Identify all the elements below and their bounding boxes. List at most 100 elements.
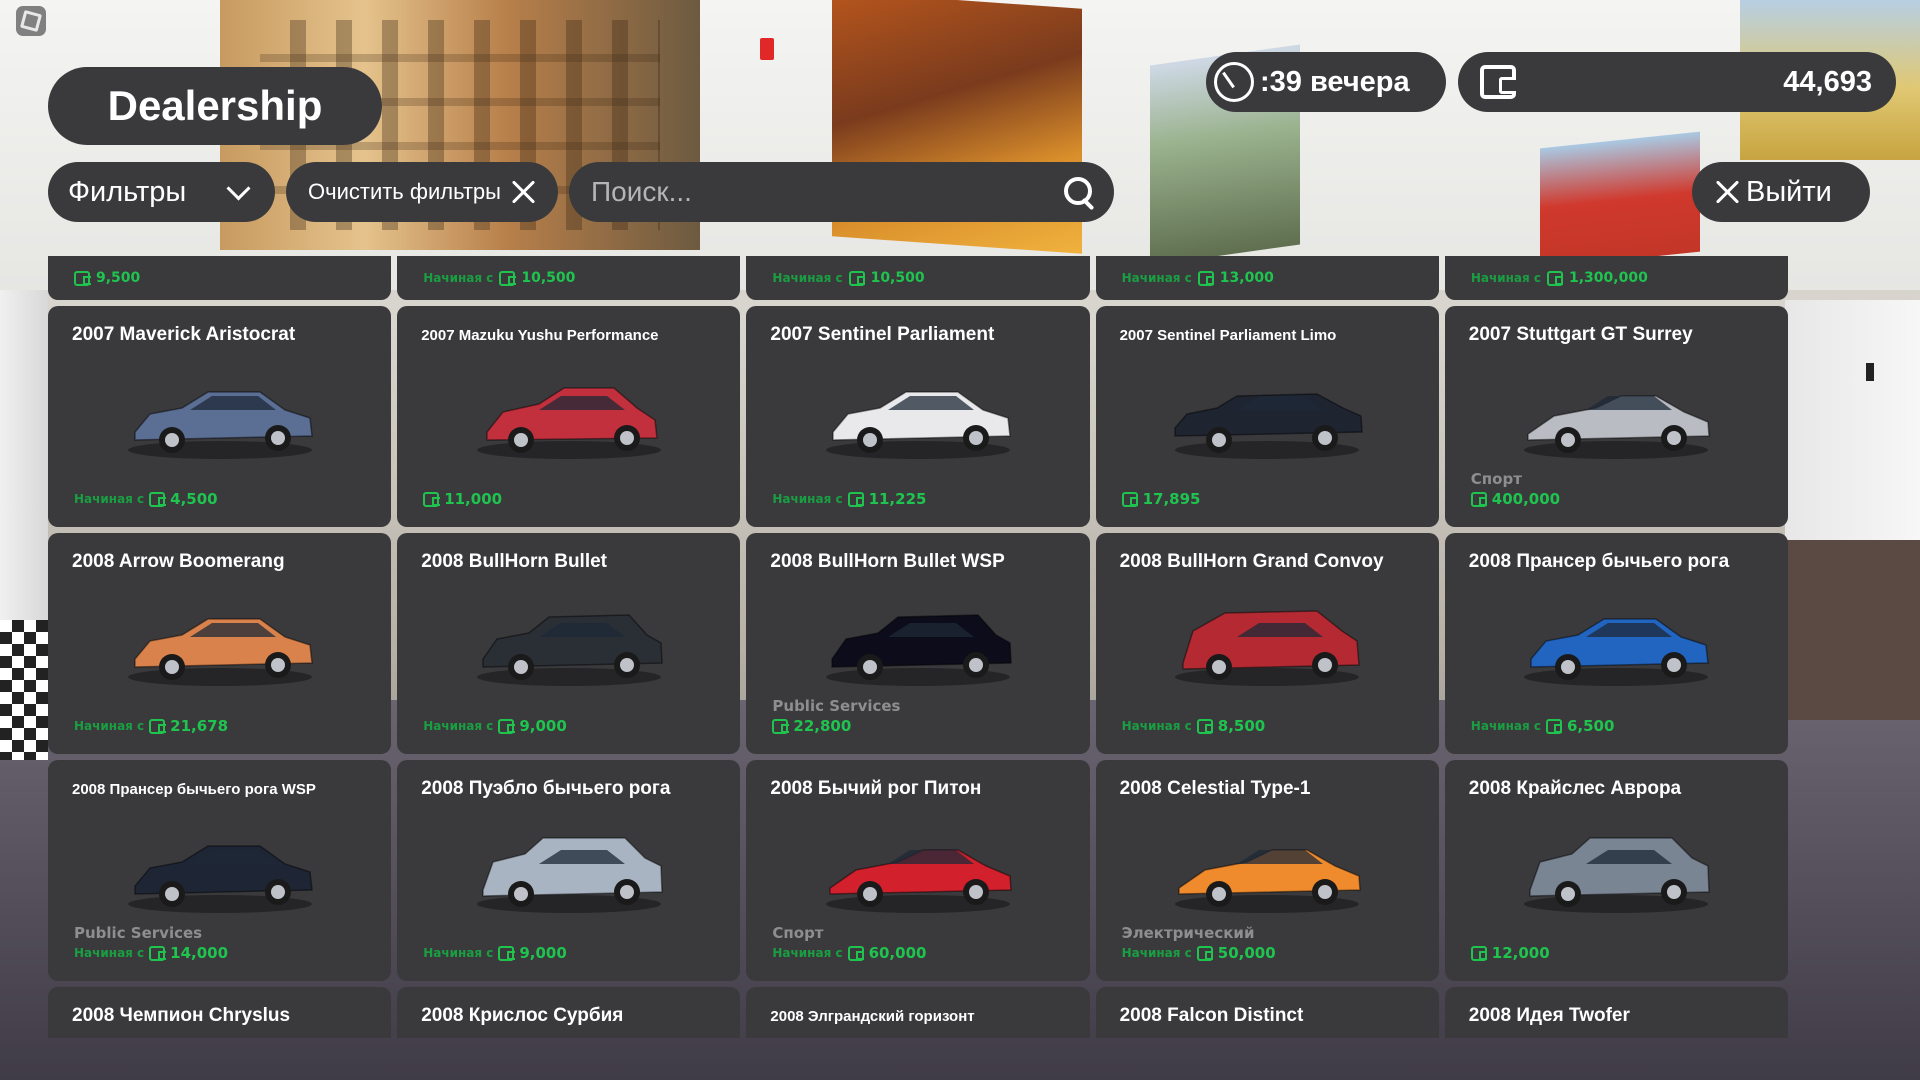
vehicle-name: 2008 Чемпион Chryslus <box>72 1005 291 1026</box>
currency-icon <box>847 491 865 507</box>
vehicle-name: 2007 Sentinel Parliament Limo <box>1119 327 1337 344</box>
price-value: 8,500 <box>1217 717 1266 735</box>
vehicle-category: Public Services <box>772 697 901 715</box>
vehicle-category: Public Services <box>74 924 203 942</box>
vehicle-card-partial[interactable]: Начиная с 13,000 <box>1095 256 1439 300</box>
vehicle-card-partial[interactable]: 2008 Falcon Distinct <box>1095 987 1439 1038</box>
clock-icon <box>1214 62 1254 102</box>
vehicle-price: Начиная с 4,500 <box>74 490 218 508</box>
currency-icon <box>847 945 865 961</box>
vehicle-image <box>120 374 320 464</box>
price-prefix: Начиная с <box>423 719 494 733</box>
vehicle-price: Начиная с 60,000 <box>772 944 926 962</box>
search-input[interactable] <box>589 175 1033 209</box>
currency-icon <box>149 491 166 507</box>
vehicle-name: 2008 Крислос Сурбия <box>421 1005 624 1026</box>
time-display: :39 вечера <box>1206 52 1446 112</box>
price-prefix: Начиная с <box>74 946 145 960</box>
vehicle-card[interactable]: 2008 BullHorn Grand Convoy Начиная с 8,500 <box>1095 533 1439 754</box>
vehicle-card[interactable]: 2008 Прансер бычьего рога Начиная с 6,500 <box>1444 533 1788 754</box>
vehicle-card-partial[interactable]: 2008 Элграндский горизонт <box>746 987 1090 1038</box>
vehicle-image <box>1516 601 1716 691</box>
price-value: 1,300,000 <box>1568 270 1648 286</box>
search-icon[interactable] <box>1062 175 1096 209</box>
vehicle-name: 2007 Stuttgart GT Surrey <box>1468 324 1693 345</box>
vehicle-name: 2008 Arrow Boomerang <box>72 551 285 572</box>
vehicle-price: Начиная с 8,500 <box>1122 717 1266 735</box>
price-prefix: Начиная с <box>74 492 145 506</box>
vehicle-grid[interactable]: 9,500 Начиная с 10,500 Начиная с 10,500 Начин… <box>48 256 1788 1038</box>
vehicle-image <box>1167 601 1367 691</box>
vehicle-image <box>1516 828 1716 918</box>
vehicle-card-partial[interactable]: Начиная с 10,500 <box>397 256 741 300</box>
vehicle-card[interactable]: 2008 Пуэбло бычьего рога Начиная с 9,000 <box>397 760 741 981</box>
vehicle-card[interactable]: 2008 Прансер бычьего рога WSP Public Serv… <box>48 760 392 981</box>
exit-label: Выйти <box>1746 175 1832 208</box>
vehicle-card[interactable]: 2007 Mazuku Yushu Performance 11,000 <box>397 306 741 527</box>
currency-icon <box>498 945 515 961</box>
vehicle-name: 2008 Celestial Type-1 <box>1119 778 1311 799</box>
vehicle-name: 2008 Прансер бычьего рога WSP <box>72 781 316 798</box>
vehicle-card[interactable]: 2007 Sentinel Parliament Limo 17,895 <box>1095 306 1439 527</box>
vehicle-name: 2008 Крайслес Аврора <box>1468 778 1682 799</box>
vehicle-card[interactable]: 2008 Arrow Boomerang Начиная с 21,678 <box>48 533 392 754</box>
close-icon <box>1714 179 1740 205</box>
price-prefix: Начиная с <box>772 271 843 285</box>
vehicle-price: Начиная с 21,678 <box>74 717 228 735</box>
price-prefix: Начиная с <box>1121 946 1192 960</box>
price-prefix: Начиная с <box>1470 719 1541 733</box>
exit-button[interactable]: Выйти <box>1692 162 1870 222</box>
vehicle-image <box>818 601 1018 691</box>
price-value: 50,000 <box>1217 944 1276 962</box>
price-value: 12,000 <box>1491 944 1550 962</box>
vehicle-card-partial[interactable]: 2008 Чемпион Chryslus <box>48 987 392 1038</box>
vehicle-card-partial[interactable]: 9,500 <box>48 256 392 300</box>
search-bar <box>569 162 1114 222</box>
vehicle-image <box>469 374 669 464</box>
vehicle-name: 2007 Sentinel Parliament <box>770 324 995 345</box>
vehicle-image <box>120 601 320 691</box>
vehicle-image <box>469 828 669 918</box>
vehicle-card-partial[interactable]: 2008 Крислос Сурбия <box>397 987 741 1038</box>
right-floor <box>1785 540 1920 720</box>
vehicle-price: 11,000 <box>423 490 502 508</box>
price-value: 14,000 <box>170 944 229 962</box>
filters-label: Фильтры <box>68 175 187 208</box>
currency-icon <box>848 270 866 286</box>
vehicle-card[interactable]: 2007 Stuttgart GT Surrey Спорт 400,000 <box>1444 306 1788 527</box>
vehicle-card[interactable]: 2008 Крайслес Аврора 12,000 <box>1444 760 1788 981</box>
vehicle-card[interactable]: 2008 Бычий рог Питон Спорт Начиная с 60,000 <box>746 760 1090 981</box>
vehicle-card[interactable]: 2008 BullHorn Bullet WSP Public Services 2… <box>746 533 1090 754</box>
vehicle-card[interactable]: 2008 Celestial Type-1 Электрический Начина… <box>1095 760 1439 981</box>
vehicle-card-partial[interactable]: 2008 Идея Twofer <box>1444 987 1788 1038</box>
vehicle-image <box>818 374 1018 464</box>
vehicle-price: Начиная с 6,500 <box>1471 717 1615 735</box>
price-value: 11,225 <box>868 490 927 508</box>
wall-slot <box>1866 363 1874 381</box>
price-prefix: Начиная с <box>423 946 494 960</box>
price-prefix: Начиная с <box>772 492 843 506</box>
vehicle-card[interactable]: 2007 Sentinel Parliament Начиная с 11,225 <box>746 306 1090 527</box>
price-value: 11,000 <box>444 490 503 508</box>
wallet-icon <box>1480 65 1516 99</box>
balance-amount: 44,693 <box>1783 65 1872 98</box>
vehicle-card-partial[interactable]: Начиная с 1,300,000 <box>1444 256 1788 300</box>
vehicle-image <box>469 601 669 691</box>
clear-filters-button[interactable]: Очистить фильтры <box>286 162 558 222</box>
vehicle-name: 2008 BullHorn Bullet <box>421 551 608 572</box>
filters-dropdown[interactable]: Фильтры <box>48 162 275 222</box>
price-value: 22,800 <box>793 717 852 735</box>
currency-icon <box>1545 718 1563 734</box>
price-value: 13,000 <box>1219 270 1274 286</box>
vehicle-card-partial[interactable]: Начиная с 10,500 <box>746 256 1090 300</box>
price-prefix: Начиная с <box>1121 271 1192 285</box>
roblox-menu-icon[interactable] <box>16 6 46 36</box>
vehicle-name: 2008 BullHorn Bullet WSP <box>770 551 1005 572</box>
vehicle-name: 2008 Элграндский горизонт <box>770 1008 975 1025</box>
vehicle-card[interactable]: 2008 BullHorn Bullet Начиная с 9,000 <box>397 533 741 754</box>
vehicle-name: 2007 Mazuku Yushu Performance <box>421 327 659 344</box>
page-title: Dealership <box>48 67 382 145</box>
currency-icon <box>1470 491 1488 507</box>
currency-icon <box>149 945 166 961</box>
vehicle-card[interactable]: 2007 Maverick Aristocrat Начиная с 4,500 <box>48 306 392 527</box>
